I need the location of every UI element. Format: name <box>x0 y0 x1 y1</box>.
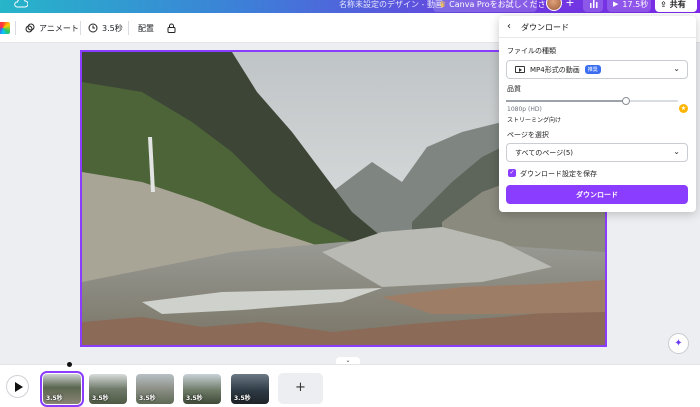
quality-label: 品質 <box>507 85 521 93</box>
chevron-left-icon[interactable]: ‹ <box>507 21 517 33</box>
position-button[interactable]: 配置 <box>138 21 154 35</box>
try-pro-button[interactable]: ♛ Canva Proをお試しください <box>433 0 554 12</box>
pages-value: すべてのページ(5) <box>515 148 574 157</box>
clock-icon <box>88 23 98 33</box>
cloud-icon[interactable] <box>14 0 28 8</box>
timeline-page-3[interactable]: 3.5秒 <box>136 374 174 404</box>
page-duration: 3.5秒 <box>186 395 203 402</box>
quality-note: ストリーミング向け <box>507 117 562 124</box>
save-settings-label: ダウンロード設定を保存 <box>520 170 597 178</box>
upload-icon: ⇪ <box>660 0 667 9</box>
total-duration: 17.5秒 <box>622 0 649 9</box>
document-title[interactable]: 名称未設定のデザイン - 動画 <box>339 0 443 10</box>
quality-value: 1080p (HD) <box>507 106 542 113</box>
duration-button[interactable]: 3.5秒 <box>88 21 123 35</box>
insights-button[interactable] <box>583 0 603 12</box>
try-pro-label: Canva Proをお試しください <box>449 0 554 9</box>
top-bar: 名称未設定のデザイン - 動画 ♛ Canva Proをお試しください + ▶ … <box>0 0 700 13</box>
duration-label: 3.5秒 <box>102 23 123 33</box>
recommended-badge: 推奨 <box>584 65 601 74</box>
bar-chart-icon <box>590 0 598 8</box>
page-duration: 3.5秒 <box>234 395 251 402</box>
animate-label: アニメート <box>39 23 79 33</box>
playhead[interactable] <box>67 362 72 367</box>
avatar[interactable] <box>546 0 562 11</box>
pages-label: ページを選択 <box>507 131 549 139</box>
quality-slider-thumb[interactable] <box>622 97 630 105</box>
toolbar-divider <box>80 21 81 35</box>
save-settings-checkbox[interactable]: ✓ <box>508 169 516 177</box>
download-button-label: ダウンロード <box>576 190 618 199</box>
play-button[interactable] <box>6 375 29 398</box>
quality-slider[interactable] <box>506 97 678 105</box>
pages-select[interactable]: すべてのページ(5) ⌄ <box>506 143 688 162</box>
crown-icon: ♛ <box>439 0 447 9</box>
animate-button[interactable]: アニメート <box>25 21 79 35</box>
panel-header: ‹ ダウンロード <box>499 16 696 38</box>
file-type-label: ファイルの種類 <box>507 47 556 55</box>
quality-slider-fill <box>506 100 626 102</box>
share-label: 共有 <box>669 0 686 9</box>
timeline-page-5[interactable]: 3.5秒 <box>231 374 269 404</box>
chevron-down-icon: ⌄ <box>345 357 351 364</box>
play-icon: ▶ <box>613 0 619 8</box>
file-type-value: MP4形式の動画 <box>530 65 580 74</box>
share-button[interactable]: ⇪ 共有 <box>655 0 697 12</box>
toolbar-divider <box>128 21 129 35</box>
add-page-button[interactable]: + <box>278 373 323 404</box>
chevron-down-icon: ⌄ <box>673 147 680 156</box>
play-preview-button[interactable]: ▶ 17.5秒 <box>607 0 651 12</box>
timeline-page-4[interactable]: 3.5秒 <box>183 374 221 404</box>
toolbar-divider <box>15 21 16 35</box>
download-panel: ‹ ダウンロード ファイルの種類 MP4形式の動画 推奨 ⌄ 品質 ★ 1080… <box>499 16 696 212</box>
color-picker-icon[interactable] <box>0 22 10 34</box>
lock-button[interactable] <box>167 21 176 35</box>
panel-title: ダウンロード <box>521 23 569 32</box>
page-duration: 3.5秒 <box>139 395 156 402</box>
file-type-select[interactable]: MP4形式の動画 推奨 ⌄ <box>506 60 688 79</box>
lock-icon <box>167 23 176 33</box>
animate-icon <box>25 23 35 33</box>
page-duration: 3.5秒 <box>46 395 63 402</box>
timeline-page-2[interactable]: 3.5秒 <box>89 374 127 404</box>
sparkle-icon: ✦ <box>674 338 683 349</box>
download-button[interactable]: ダウンロード <box>506 185 688 204</box>
page-duration: 3.5秒 <box>92 395 109 402</box>
add-member-icon[interactable]: + <box>563 0 577 11</box>
timeline-page-1[interactable]: 3.5秒 <box>40 371 84 407</box>
video-icon <box>515 66 525 73</box>
magic-assistant-button[interactable]: ✦ <box>668 333 689 354</box>
position-label: 配置 <box>138 23 154 33</box>
chevron-down-icon: ⌄ <box>673 64 680 73</box>
pro-crown-icon: ★ <box>679 104 688 113</box>
